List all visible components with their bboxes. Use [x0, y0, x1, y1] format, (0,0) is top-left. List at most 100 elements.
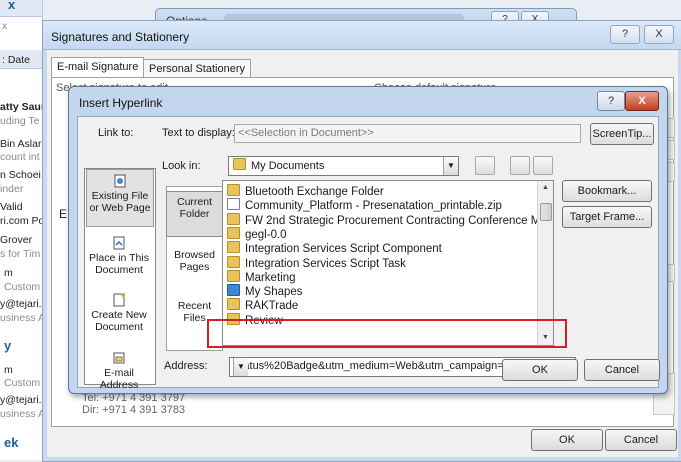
hyperlink-help-button[interactable]: ? [597, 91, 625, 111]
up-folder-icon[interactable] [475, 156, 495, 175]
pane-row: ek [4, 435, 19, 450]
signature-line: Dir: +971 4 391 3783 [82, 404, 186, 416]
text-to-display-field[interactable]: <<Selection in Document>> [234, 124, 581, 143]
pane-row: usiness A [0, 312, 43, 324]
hyperlink-ok-button[interactable]: OK [502, 359, 578, 381]
hyperlink-close-button[interactable]: X [625, 91, 659, 111]
address-highlight-box [207, 319, 567, 348]
link-place-in-document[interactable]: Place in This Document [85, 236, 153, 276]
signatures-help-button[interactable]: ? [610, 25, 640, 44]
list-item-label: gegl-0.0 [245, 228, 287, 241]
web-page-icon [227, 284, 240, 297]
tab-browsed-pages[interactable]: Browsed Pages [167, 249, 222, 273]
bookmark-button[interactable]: Bookmark... [562, 180, 652, 202]
signatures-close-button[interactable]: X [644, 25, 674, 44]
link-create-new-document-label: Create New Document [91, 309, 147, 333]
folder-icon [227, 212, 240, 225]
link-create-new-document[interactable]: Create New Document [85, 293, 153, 333]
folder-icon [227, 184, 240, 196]
list-item-label: Integration Services Script Component [245, 243, 442, 256]
pane-row: count int [0, 151, 40, 163]
pane-row: Valid [0, 201, 23, 213]
look-in-value: My Documents [251, 160, 325, 172]
list-item[interactable]: gegl-0.0 [227, 226, 287, 241]
insert-hyperlink-title: Insert Hyperlink [79, 96, 163, 110]
background-mail-pane: x x : Date atty Saur uding Te Bin Aslar … [0, 0, 43, 460]
text-to-display-label: Text to display: [162, 127, 235, 139]
link-email-address[interactable]: E-mail Address [85, 351, 153, 391]
folder-icon [227, 226, 240, 239]
chevron-down-icon[interactable]: ▼ [443, 157, 458, 175]
pane-row: uding Te [0, 115, 40, 127]
browse-web-icon[interactable] [510, 156, 530, 175]
pane-row: m [4, 364, 13, 376]
look-in-select[interactable]: My Documents ▼ [228, 156, 459, 176]
list-item-label: Community_Platform - Presenatation_print… [245, 200, 502, 213]
scroll-thumb[interactable] [540, 203, 552, 221]
list-item-label: FW 2nd Strategic Procurement Contracting… [245, 214, 548, 227]
signatures-ok-button[interactable]: OK [531, 429, 603, 451]
pane-row: atty Saur [0, 101, 43, 113]
hyperlink-cancel-button[interactable]: Cancel [584, 359, 660, 381]
list-item-label: RAKTrade [245, 300, 299, 313]
list-item-label: Marketing [245, 271, 296, 284]
tab-current-folder[interactable]: Current Folder [166, 191, 223, 237]
list-item[interactable]: Community_Platform - Presenatation_print… [227, 198, 502, 212]
pane-row: y@tejari. [0, 298, 42, 310]
globe-page-icon [114, 174, 126, 188]
pane-row: usiness A [0, 408, 43, 420]
document-anchor-icon [113, 236, 125, 250]
signatures-title: Signatures and Stationery [51, 30, 190, 44]
look-in-label: Look in: [162, 160, 201, 172]
list-item[interactable]: Bluetooth Exchange Folder [227, 184, 384, 198]
pane-row: Custom [4, 377, 41, 389]
link-place-in-document-label: Place in This Document [89, 252, 149, 276]
folder-icon [227, 241, 240, 254]
email-icon [113, 352, 125, 364]
target-frame-button[interactable]: Target Frame... [562, 206, 652, 228]
screentip-button[interactable]: ScreenTip... [590, 123, 654, 145]
address-label: Address: [164, 360, 208, 372]
folder-icon [227, 269, 240, 282]
pane-row: Custom [4, 281, 41, 293]
scroll-up-icon[interactable]: ▲ [538, 181, 553, 195]
file-icon [227, 198, 240, 211]
list-item-label: My Shapes [245, 286, 303, 299]
link-to-panel: Existing File or Web Page Place in This … [84, 168, 156, 391]
folder-icon [227, 298, 240, 311]
list-item[interactable]: RAKTrade [227, 298, 298, 312]
list-item-label: Integration Services Script Task [245, 257, 406, 270]
list-item[interactable]: FW 2nd Strategic Procurement Contracting… [227, 212, 548, 227]
pane-row: m [4, 267, 13, 279]
pane-row: n Schoei [0, 169, 41, 181]
signatures-titlebar: Signatures and Stationery ? X [43, 21, 681, 50]
link-existing-file-label: Existing File or Web Page [89, 190, 151, 214]
link-to-label: Link to: [98, 127, 134, 139]
list-item[interactable]: Integration Services Script Component [227, 241, 442, 255]
list-item[interactable]: My Shapes [227, 284, 303, 298]
folder-icon [227, 255, 240, 268]
pane-row: x [8, 0, 16, 12]
pane-row: Bin Aslar [0, 138, 42, 150]
signatures-cancel-button[interactable]: Cancel [605, 429, 677, 451]
pane-row: y@tejari. [0, 394, 42, 406]
pane-row: inder [0, 183, 24, 195]
list-item[interactable]: Integration Services Script Task [227, 255, 406, 270]
pane-row: y [4, 338, 12, 353]
pane-row: Grover [0, 234, 33, 246]
edit-signature-letter: E [59, 207, 68, 221]
pane-row: ri.com Po [0, 215, 43, 227]
list-item-label: Bluetooth Exchange Folder [245, 186, 384, 198]
pane-row: : Date [2, 54, 31, 66]
tab-email-signature[interactable]: E-mail Signature [51, 57, 145, 78]
link-email-address-label: E-mail Address [99, 367, 139, 391]
chevron-down-icon[interactable]: ▼ [233, 358, 248, 376]
new-document-icon [113, 293, 125, 307]
list-item[interactable]: Marketing [227, 269, 296, 284]
tab-personal-stationery[interactable]: Personal Stationery [143, 59, 251, 78]
folder-icon [233, 158, 246, 170]
pane-row: s for Tim [0, 248, 41, 260]
browse-folder-icon[interactable] [533, 156, 553, 175]
pane-row: x [2, 20, 8, 32]
link-existing-file[interactable]: Existing File or Web Page [86, 169, 154, 227]
